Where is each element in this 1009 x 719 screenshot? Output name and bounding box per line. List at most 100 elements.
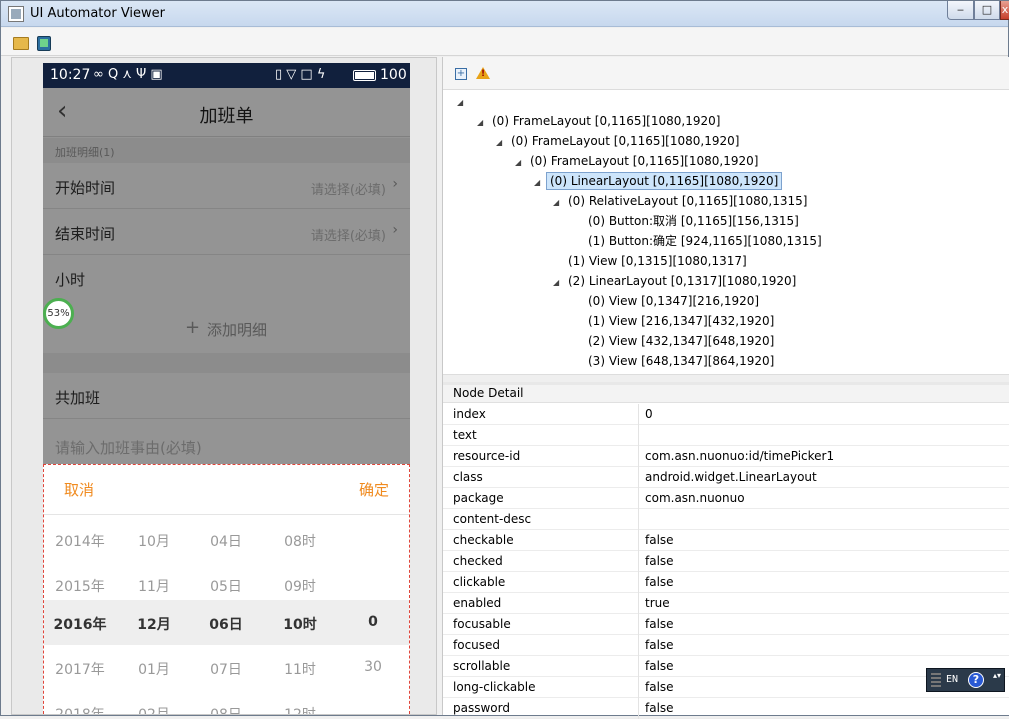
phone-status-bar: 10:27 ∞ Q ⋏ Ψ ▣ ▯ ▽ □ ϟ 100: [43, 63, 410, 88]
detail-value: com.asn.nuonuo: [645, 491, 745, 505]
ime-toolbar[interactable]: EN ? ▴▾: [926, 668, 1005, 692]
detail-row[interactable]: enabled true: [443, 593, 1009, 614]
help-icon[interactable]: ?: [968, 672, 984, 688]
detail-value: false: [645, 575, 674, 589]
picker-ok-button[interactable]: 确定: [359, 479, 389, 500]
column-separator: [638, 488, 639, 509]
hierarchy-tree[interactable]: ◢ ◢ (0) FrameLayout [0,1165][1080,1920] ◢(…: [443, 91, 1009, 374]
picker-row[interactable]: 2017年 01月 07日 11时 30: [44, 645, 409, 690]
tree-node[interactable]: ◢ (0) LinearLayout [0,1165][1080,1920]: [534, 171, 783, 193]
detail-row[interactable]: checked false: [443, 551, 1009, 572]
detail-value: 0: [645, 407, 653, 421]
expand-all-icon[interactable]: +: [455, 68, 467, 80]
detail-row[interactable]: focused false: [443, 635, 1009, 656]
minimize-button[interactable]: ‒: [947, 1, 974, 20]
detail-value: false: [645, 638, 674, 652]
tree-node[interactable]: (0) View [0,1347][216,1920]: [573, 291, 762, 311]
window-title: UI Automator Viewer: [30, 6, 166, 21]
detail-key: package: [453, 491, 504, 505]
tree-node-label: (0) FrameLayout [0,1165][1080,1920]: [492, 114, 721, 128]
tree-node-label: (2) LinearLayout [0,1317][1080,1920]: [568, 274, 797, 288]
expand-arrow-icon[interactable]: ◢: [515, 153, 527, 173]
tree-node[interactable]: ◢ (0) FrameLayout [0,1165][1080,1920]: [515, 151, 761, 171]
app-icon: [8, 6, 24, 22]
detail-value: false: [645, 659, 674, 673]
detail-key: password: [453, 701, 510, 715]
column-separator: [638, 572, 639, 593]
tree-node-label: (2) View [432,1347][648,1920]: [588, 334, 775, 348]
detail-row[interactable]: content-desc: [443, 509, 1009, 530]
detail-key: enabled: [453, 596, 502, 610]
warning-icon[interactable]: [476, 67, 490, 79]
detail-row[interactable]: resource-id com.asn.nuonuo:id/timePicker1: [443, 446, 1009, 467]
tree-node-label: (0) FrameLayout [0,1165][1080,1920]: [511, 134, 740, 148]
detail-value: com.asn.nuonuo:id/timePicker1: [645, 449, 835, 463]
device-screenshot-icon[interactable]: [37, 36, 51, 51]
expand-arrow-icon[interactable]: ◢: [477, 113, 489, 133]
expand-arrow-icon[interactable]: ◢: [457, 93, 469, 113]
battery-icon: [353, 70, 376, 81]
battery-level: 100: [380, 67, 407, 83]
tree-node[interactable]: ◢ (0) FrameLayout [0,1165][1080,1920]: [477, 111, 723, 131]
expand-arrow-icon[interactable]: ◢: [534, 173, 546, 193]
detail-key: long-clickable: [453, 680, 536, 694]
node-detail-title: Node Detail: [443, 385, 1009, 403]
tree-horizontal-scrollbar[interactable]: [443, 374, 1009, 382]
tree-node[interactable]: (1) View [0,1315][1080,1317]: [553, 251, 750, 271]
progress-badge: 53%: [43, 298, 74, 329]
tree-node-label: (0) View [0,1347][216,1920]: [588, 294, 760, 308]
detail-row[interactable]: scrollable false: [443, 656, 1009, 677]
detail-row[interactable]: checkable false: [443, 530, 1009, 551]
tree-node[interactable]: (1) View [216,1347][432,1920]: [573, 311, 777, 331]
tree-node[interactable]: (2) View [432,1347][648,1920]: [573, 331, 777, 351]
detail-row[interactable]: text: [443, 425, 1009, 446]
expand-arrow-icon[interactable]: ◢: [553, 273, 565, 293]
tree-node-label: (3) View [648,1347][864,1920]: [588, 354, 775, 368]
column-separator: [638, 530, 639, 551]
detail-row[interactable]: clickable false: [443, 572, 1009, 593]
tree-node[interactable]: ◢ (0) RelativeLayout [0,1165][1080,1315]: [553, 191, 810, 211]
detail-value: false: [645, 554, 674, 568]
column-separator: [638, 425, 639, 446]
folder-open-icon[interactable]: [13, 37, 29, 50]
tree-node-label: (1) Button:确定 [924,1165][1080,1315]: [588, 234, 822, 248]
tree-root[interactable]: ◢: [457, 91, 469, 111]
detail-key: scrollable: [453, 659, 511, 673]
tree-node[interactable]: ◢ (2) LinearLayout [0,1317][1080,1920]: [553, 271, 799, 291]
detail-row[interactable]: long-clickable false: [443, 677, 1009, 698]
expand-arrow-icon[interactable]: ◢: [553, 193, 565, 213]
detail-row[interactable]: focusable false: [443, 614, 1009, 635]
close-button[interactable]: x: [1000, 1, 1009, 20]
column-separator: [638, 467, 639, 488]
picker-row[interactable]: 2014年 10月 04日 08时: [44, 517, 409, 562]
picker-cell: 09时: [284, 579, 316, 595]
ime-options-icon[interactable]: ▴▾: [993, 672, 1001, 680]
maximize-button[interactable]: □: [974, 1, 1000, 20]
detail-key: text: [453, 428, 477, 442]
modal-overlay: [43, 88, 410, 464]
device-screenshot[interactable]: 10:27 ∞ Q ⋏ Ψ ▣ ▯ ▽ □ ϟ 100 ‹ 加班单 加班明细(1…: [43, 63, 410, 714]
detail-row[interactable]: package com.asn.nuonuo: [443, 488, 1009, 509]
picker-row[interactable]: 2018年 02月 08日 12时: [44, 690, 409, 714]
detail-key: clickable: [453, 575, 506, 589]
tree-node[interactable]: (3) View [648,1347][864,1920]: [573, 351, 777, 371]
column-separator: [638, 614, 639, 635]
picker-cell: 06日: [209, 617, 243, 633]
detail-value: false: [645, 533, 674, 547]
picker-row[interactable]: 2016年 12月 06日 10时 0: [44, 600, 409, 645]
detail-row[interactable]: index 0: [443, 404, 1009, 425]
toolbar: [1, 28, 1008, 56]
tree-node[interactable]: ◢ (0) FrameLayout [0,1165][1080,1920]: [496, 131, 742, 151]
detail-row[interactable]: class android.widget.LinearLayout: [443, 467, 1009, 488]
expand-arrow-icon[interactable]: ◢: [496, 133, 508, 153]
tree-node[interactable]: (0) Button:取消 [0,1165][156,1315]: [573, 211, 802, 231]
picker-cancel-button[interactable]: 取消: [64, 479, 94, 500]
column-separator: [638, 509, 639, 530]
status-time: 10:27: [50, 67, 91, 83]
picker-cell: 11月: [138, 579, 170, 595]
column-separator: [638, 404, 639, 425]
picker-cell: 2016年: [53, 617, 107, 633]
column-separator: [638, 635, 639, 656]
tree-node[interactable]: (1) Button:确定 [924,1165][1080,1315]: [573, 231, 825, 251]
ime-language[interactable]: EN: [946, 674, 958, 685]
